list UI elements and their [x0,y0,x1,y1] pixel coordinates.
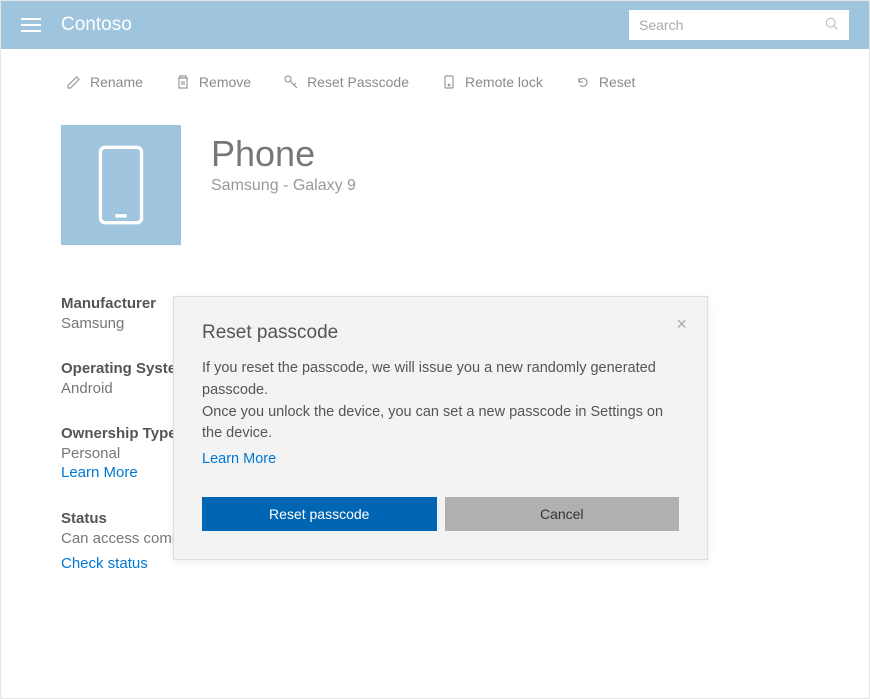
remote-lock-button[interactable]: Remote lock [441,74,543,90]
key-icon [283,74,299,90]
search-icon[interactable] [825,17,839,34]
reset-passcode-dialog: × Reset passcode If you reset the passco… [173,296,708,560]
header-left: Contoso [21,14,132,36]
lock-device-icon [441,74,457,90]
reset-passcode-button[interactable]: Reset Passcode [283,74,409,90]
device-tile [61,125,181,245]
device-title: Phone [211,133,356,175]
rename-button[interactable]: Rename [66,74,143,90]
dialog-learn-more-link[interactable]: Learn More [202,449,679,471]
brand-name: Contoso [61,14,132,36]
device-header: Phone Samsung - Galaxy 9 [61,125,809,245]
remove-button[interactable]: Remove [175,74,251,90]
toolbar: Rename Remove Reset Passcode Remote lock… [1,49,869,115]
dialog-body-line2: Once you unlock the device, you can set … [202,404,663,442]
trash-icon [175,74,191,90]
check-status-link[interactable]: Check status [61,555,148,572]
reset-passcode-confirm-button[interactable]: Reset passcode [202,497,437,531]
reset-icon [575,74,591,90]
pencil-icon [66,74,82,90]
close-icon[interactable]: × [676,315,687,333]
ownership-learn-more-link[interactable]: Learn More [61,464,138,481]
dialog-buttons: Reset passcode Cancel [202,497,679,531]
device-subtitle: Samsung - Galaxy 9 [211,177,356,195]
dialog-body-line1: If you reset the passcode, we will issue… [202,360,656,398]
reset-button[interactable]: Reset [575,74,636,90]
hamburger-menu-icon[interactable] [21,18,41,32]
phone-icon [96,145,146,225]
app-header: Contoso [1,1,869,49]
search-box[interactable] [629,10,849,40]
search-input[interactable] [639,17,819,33]
cancel-button[interactable]: Cancel [445,497,680,531]
dialog-title: Reset passcode [202,322,679,344]
device-info: Phone Samsung - Galaxy 9 [211,125,356,195]
dialog-body: If you reset the passcode, we will issue… [202,358,679,471]
